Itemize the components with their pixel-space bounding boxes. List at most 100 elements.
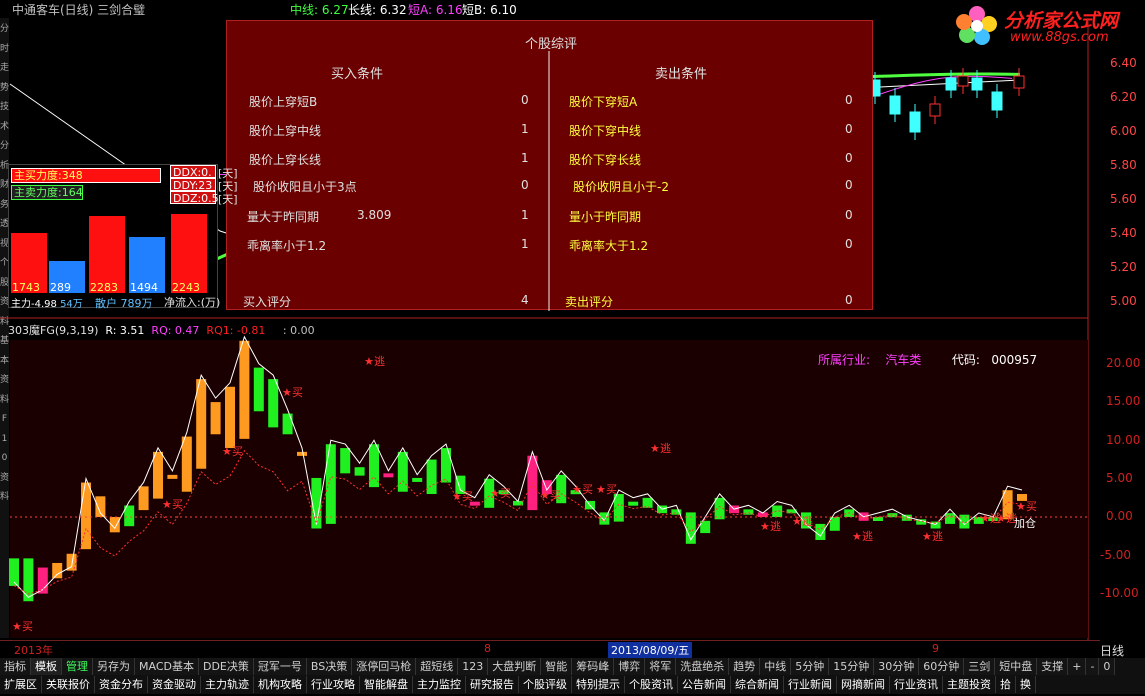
- period-label[interactable]: 日线: [1100, 642, 1124, 659]
- buy-condition-label: 股价上穿长线: [249, 153, 322, 167]
- force-bar-value: 1494: [130, 281, 158, 294]
- signal-star: ★: [650, 442, 660, 455]
- tab-tabs-row1-11[interactable]: 大盘判断: [488, 658, 542, 675]
- sell-condition-value: 0: [845, 93, 853, 107]
- signal-label: 买: [462, 490, 473, 503]
- tab-tabs-row2-13[interactable]: 公告新闻: [678, 676, 731, 693]
- tab-tabs-row2-4[interactable]: 主力轨迹: [201, 676, 254, 693]
- tab-tabs-row1-28[interactable]: 0: [1099, 658, 1116, 675]
- tab-tabs-row1-27[interactable]: -: [1086, 658, 1100, 675]
- signal-label: 逃: [770, 520, 781, 533]
- signal-star: ★: [364, 355, 374, 368]
- indicator-bar: [354, 467, 365, 476]
- tab-tabs-row2-17[interactable]: 行业资讯: [890, 676, 943, 693]
- ddx-box: DDX:0.: [170, 165, 216, 179]
- buy-condition-label: 量大于昨同期: [247, 210, 320, 224]
- buy-condition-value: 1: [521, 208, 529, 222]
- buy-condition-label: 乖离率小于1.2: [247, 239, 327, 253]
- tab-tabs-row1-1[interactable]: 模板: [31, 658, 62, 675]
- tab-tabs-row1-4[interactable]: MACD基本: [135, 658, 199, 675]
- indicator-bar: [268, 379, 279, 428]
- tab-tabs-row2-5[interactable]: 机构攻略: [254, 676, 307, 693]
- industry-value: 汽车类: [885, 353, 922, 367]
- signal-star: ★: [1016, 500, 1026, 513]
- force-bar-value: 2283: [90, 281, 118, 294]
- signal-label: 逃: [862, 530, 873, 543]
- sell-condition-value: 0: [845, 237, 853, 251]
- indicator-bar: [628, 501, 639, 506]
- tab-tabs-row2-14[interactable]: 综合新闻: [731, 676, 784, 693]
- tab-tabs-row1-22[interactable]: 60分钟: [919, 658, 965, 675]
- tab-tabs-row1-2[interactable]: 管理: [62, 658, 93, 675]
- tab-tabs-row1-17[interactable]: 趋势: [729, 658, 761, 675]
- sell-condition-value: 0: [845, 208, 853, 222]
- buy-condition-label: 股价上穿中线: [249, 124, 322, 138]
- buy-score-value: 4: [521, 293, 529, 307]
- indicator-bar: [340, 448, 351, 474]
- tab-tabs-row2-16[interactable]: 网摘新闻: [837, 676, 890, 693]
- tab-tabs-row2-2[interactable]: 资金分布: [95, 676, 148, 693]
- tab-tabs-row2-6[interactable]: 行业攻略: [307, 676, 360, 693]
- indicator-bar: [873, 517, 883, 521]
- indicator-axis-tick: 10.00: [1106, 432, 1141, 447]
- tab-tabs-row2-1[interactable]: 关联报价: [42, 676, 95, 693]
- tab-tabs-row1-7[interactable]: BS决策: [306, 658, 353, 675]
- tab-tabs-row1-19[interactable]: 5分钟: [791, 658, 830, 675]
- tab-tabs-row2-0[interactable]: 扩展区: [0, 676, 42, 693]
- tab-tabs-row2-9[interactable]: 研究报告: [466, 676, 519, 693]
- tab-tabs-row1-20[interactable]: 15分钟: [829, 658, 875, 675]
- indicator-axis-tick: 20.00: [1106, 356, 1141, 370]
- tab-tabs-row2-11[interactable]: 特别提示: [572, 676, 625, 693]
- tab-tabs-row1-16[interactable]: 洗盘绝杀: [676, 658, 730, 675]
- tab-tabs-row1-15[interactable]: 将军: [645, 658, 677, 675]
- tab-tabs-row1-13[interactable]: 筹码峰: [572, 658, 615, 675]
- tab-tabs-row2-12[interactable]: 个股资讯: [625, 676, 678, 693]
- date-axis: 2013年 8 2013/08/09/五 9: [0, 640, 1100, 658]
- candle-body: [945, 77, 957, 91]
- tab-tabs-row1-10[interactable]: 123: [458, 658, 489, 675]
- candle-body: [929, 103, 941, 117]
- tab-tabs-row2-15[interactable]: 行业新闻: [784, 676, 837, 693]
- sell-condition-value: 0: [845, 151, 853, 165]
- tab-tabs-row1-14[interactable]: 博弈: [614, 658, 646, 675]
- tab-tabs-row1-0[interactable]: 指标: [0, 658, 31, 675]
- indicator-bar: [930, 521, 941, 529]
- signal-star: ★: [996, 512, 1006, 525]
- tab-tabs-row1-18[interactable]: 中线: [760, 658, 792, 675]
- indicator-title: 303魔FG(9,3,19) R: 3.51 RQ: 0.47 RQ1: -0.…: [8, 322, 315, 338]
- tab-tabs-row1-8[interactable]: 涨停回马枪: [352, 658, 417, 675]
- buy-condition-value: 0: [521, 93, 529, 107]
- signal-star: ★: [222, 445, 232, 458]
- tab-tabs-row1-6[interactable]: 冠军一号: [253, 658, 307, 675]
- tab-tabs-row1-24[interactable]: 短中盘: [995, 658, 1038, 675]
- retail-flow: 散户 789万: [95, 297, 153, 310]
- signal-star: ★: [490, 487, 500, 500]
- tab-tabs-row1-23[interactable]: 三剑: [964, 658, 996, 675]
- sell-condition-label: 乖离率大于1.2: [569, 239, 649, 253]
- indicator-bar: [95, 496, 106, 517]
- tab-tabs-row2-3[interactable]: 资金驱动: [148, 676, 201, 693]
- signal-label: 买: [22, 620, 33, 633]
- indicator-bar: [282, 413, 293, 435]
- tab-tabs-row2-19[interactable]: 拾: [996, 676, 1016, 693]
- signal-star: ★: [760, 520, 770, 533]
- signal-label: 买: [550, 489, 561, 502]
- tab-tabs-row1-3[interactable]: 另存为: [93, 658, 135, 675]
- tab-tabs-row1-25[interactable]: 支撑: [1037, 658, 1069, 675]
- tab-tabs-row2-7[interactable]: 智能解盘: [360, 676, 413, 693]
- tab-tabs-row2-20[interactable]: 换: [1016, 676, 1036, 693]
- signal-star: ★: [282, 386, 292, 399]
- indicator-bar: [325, 444, 336, 524]
- tab-tabs-row2-18[interactable]: 主题投资: [943, 676, 996, 693]
- tab-tabs-row1-26[interactable]: +: [1068, 658, 1087, 675]
- date-month-8: 8: [484, 642, 491, 655]
- tab-tabs-row1-9[interactable]: 超短线: [416, 658, 459, 675]
- date-year: 2013年: [14, 644, 53, 657]
- indicator-bar: [225, 386, 235, 449]
- tab-tabs-row1-21[interactable]: 30分钟: [874, 658, 920, 675]
- tab-tabs-row2-8[interactable]: 主力监控: [413, 676, 466, 693]
- indicator-bar: [772, 505, 783, 517]
- tab-tabs-row1-12[interactable]: 智能: [541, 658, 573, 675]
- tab-tabs-row1-5[interactable]: DDE决策: [198, 658, 254, 675]
- tab-tabs-row2-10[interactable]: 个股评级: [519, 676, 572, 693]
